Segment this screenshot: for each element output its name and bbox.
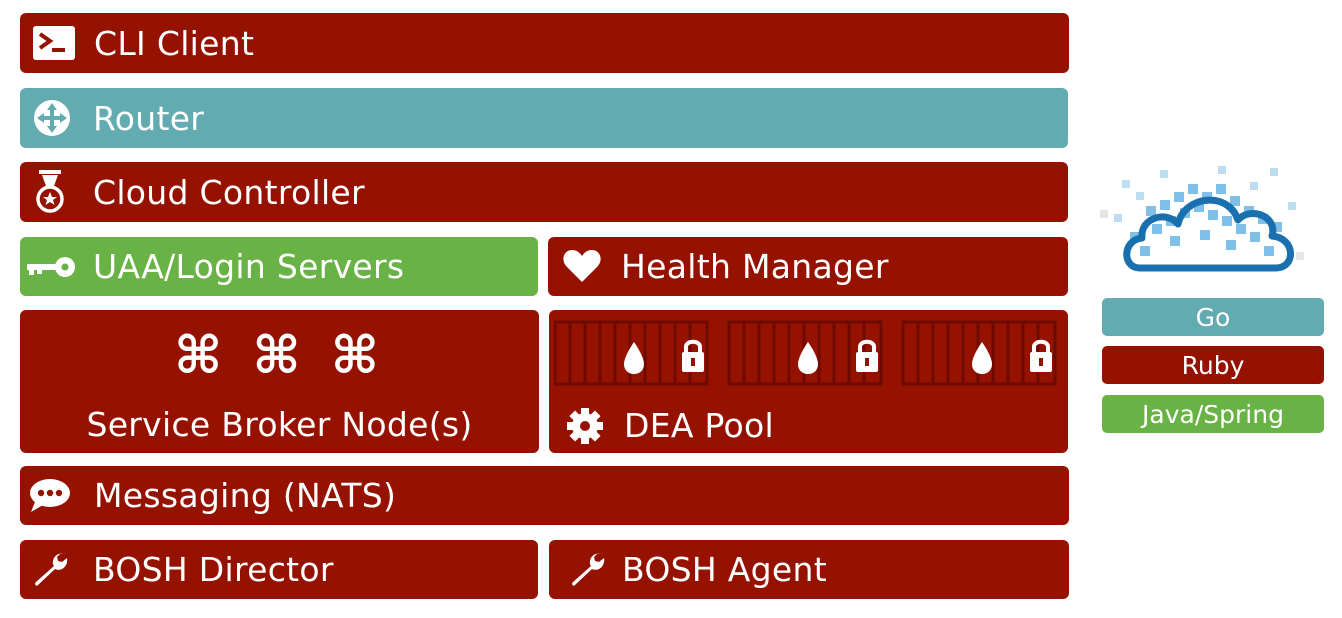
legend-item-go: Go xyxy=(1102,298,1324,336)
uaa-login-box: UAA/Login Servers xyxy=(20,237,538,296)
service-broker-symbols: ⌘ ⌘ ⌘ xyxy=(174,326,385,386)
router-label: Router xyxy=(93,98,205,138)
legend-item-java-spring: Java/Spring xyxy=(1102,395,1324,433)
legend-java-label: Java/Spring xyxy=(1142,399,1284,429)
heart-icon xyxy=(560,244,604,288)
service-broker-box: ⌘ ⌘ ⌘ Service Broker Node(s) xyxy=(20,310,539,453)
router-icon xyxy=(30,96,74,140)
wrench-icon xyxy=(565,548,609,592)
legend-go-label: Go xyxy=(1195,302,1231,332)
key-icon xyxy=(24,245,78,289)
cli-client-box: CLI Client xyxy=(20,13,1069,73)
cloud-controller-box: Cloud Controller xyxy=(20,162,1068,222)
bosh-agent-box: BOSH Agent xyxy=(549,540,1069,599)
dea-pool-label: DEA Pool xyxy=(624,406,774,445)
cloud-controller-label: Cloud Controller xyxy=(93,172,365,212)
messaging-label: Messaging (NATS) xyxy=(94,476,397,515)
gear-icon xyxy=(563,404,607,448)
cloud-logo-icon xyxy=(1100,166,1304,272)
medal-icon xyxy=(28,169,72,213)
uaa-login-label: UAA/Login Servers xyxy=(93,247,405,286)
cli-client-label: CLI Client xyxy=(94,23,255,63)
health-manager-label: Health Manager xyxy=(621,247,889,286)
legend-item-ruby: Ruby xyxy=(1102,346,1324,384)
service-broker-label: Service Broker Node(s) xyxy=(86,405,473,444)
bosh-agent-label: BOSH Agent xyxy=(622,550,827,589)
messaging-box: Messaging (NATS) xyxy=(20,466,1069,525)
bosh-director-label: BOSH Director xyxy=(93,550,334,589)
terminal-icon xyxy=(32,21,76,65)
dea-containers xyxy=(554,320,1057,386)
dea-pool-box: DEA Pool xyxy=(549,310,1068,453)
health-manager-box: Health Manager xyxy=(548,237,1068,296)
wrench-icon xyxy=(28,548,72,592)
router-box: Router xyxy=(20,88,1068,148)
chat-bubble-icon xyxy=(28,474,72,518)
bosh-director-box: BOSH Director xyxy=(20,540,538,599)
legend-ruby-label: Ruby xyxy=(1181,350,1245,380)
